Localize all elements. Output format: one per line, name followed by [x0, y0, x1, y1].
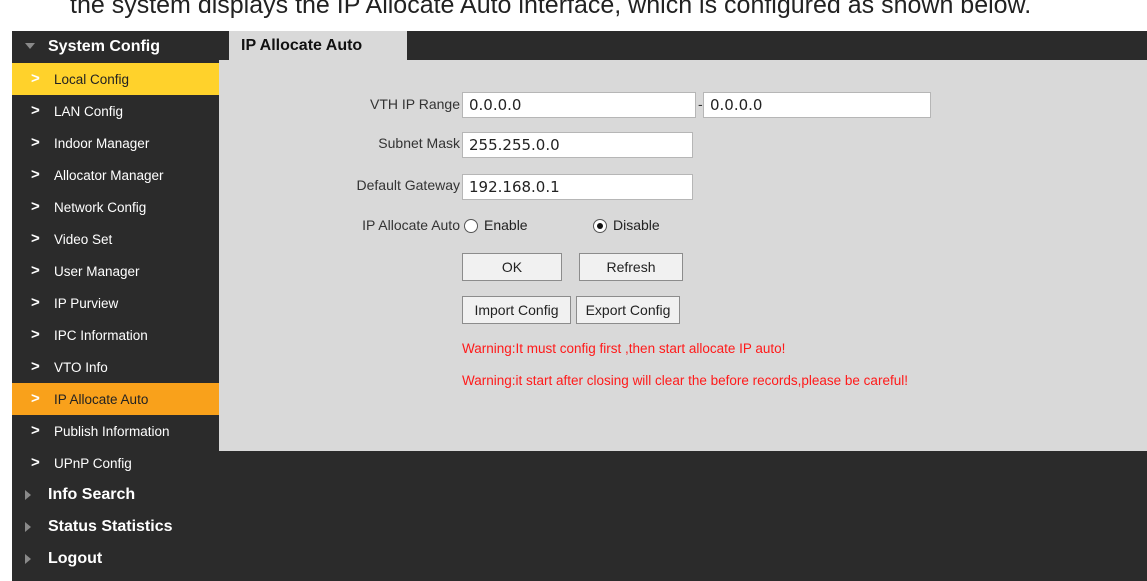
tab-bar: IP Allocate Auto [219, 31, 1147, 60]
sidebar-item-network-config[interactable]: > Network Config [12, 191, 219, 223]
sidebar-item-label: Publish Information [54, 424, 170, 439]
caption-text: the system displays the IP Allocate Auto… [70, 0, 1032, 19]
sidebar-item-upnp-config[interactable]: > UPnP Config [12, 447, 219, 479]
chevron-right-icon: > [31, 262, 40, 279]
sidebar-item-label: IP Allocate Auto [54, 392, 149, 407]
sidebar-item-label: User Manager [54, 264, 140, 279]
chevron-right-icon: > [31, 422, 40, 439]
section-label: Info Search [48, 486, 136, 503]
section-logout[interactable]: Logout [12, 543, 219, 575]
sidebar-item-local-config[interactable]: > Local Config [12, 63, 219, 95]
default-gateway-input[interactable] [462, 174, 693, 200]
chevron-right-icon: > [31, 358, 40, 375]
refresh-button[interactable]: Refresh [579, 253, 683, 281]
sidebar-item-label: Allocator Manager [54, 168, 164, 183]
chevron-right-icon: > [31, 390, 40, 407]
sidebar-item-label: LAN Config [54, 104, 124, 119]
sidebar-item-label: IPC Information [54, 328, 148, 343]
sidebar-item-label: Indoor Manager [54, 136, 150, 151]
section-system-config[interactable]: System Config [12, 31, 219, 63]
sidebar-item-indoor-manager[interactable]: > Indoor Manager [12, 127, 219, 159]
sidebar-item-label: VTO Info [54, 360, 108, 375]
sidebar-item-label: Network Config [54, 200, 147, 215]
app-window: System Config > Local Config > LAN Confi… [12, 31, 1147, 581]
chevron-right-icon: > [31, 230, 40, 247]
sidebar-item-user-manager[interactable]: > User Manager [12, 255, 219, 287]
vth-ip-range-label: VTH IP Range [369, 96, 460, 112]
sidebar-item-label: UPnP Config [54, 456, 132, 471]
sidebar-item-ip-allocate-auto[interactable]: > IP Allocate Auto [12, 383, 219, 415]
sidebar-item-video-set[interactable]: > Video Set [12, 223, 219, 255]
warning-text-2: Warning:it start after closing will clea… [462, 373, 908, 388]
section-label: Status Statistics [48, 518, 173, 535]
config-panel: VTH IP Range - Subnet Mask Default Gatew… [219, 60, 1147, 451]
chevron-right-icon: > [31, 134, 40, 151]
collapse-triangle-icon [25, 43, 35, 49]
section-status-statistics[interactable]: Status Statistics [12, 511, 219, 543]
chevron-right-icon: > [31, 166, 40, 183]
expand-triangle-icon [25, 490, 31, 500]
chevron-right-icon: > [31, 454, 40, 471]
expand-triangle-icon [25, 554, 31, 564]
section-label: Logout [48, 550, 103, 567]
range-separator: - [698, 96, 703, 112]
chevron-right-icon: > [31, 294, 40, 311]
section-info-search[interactable]: Info Search [12, 479, 219, 511]
chevron-right-icon: > [31, 70, 40, 87]
sidebar-item-vto-info[interactable]: > VTO Info [12, 351, 219, 383]
sidebar: System Config > Local Config > LAN Confi… [12, 31, 219, 581]
subnet-mask-input[interactable] [462, 132, 693, 158]
export-config-button[interactable]: Export Config [576, 296, 680, 324]
section-label: System Config [48, 38, 161, 55]
disable-radio[interactable] [593, 219, 607, 233]
default-gateway-label: Default Gateway [356, 177, 461, 193]
sidebar-item-label: Local Config [54, 72, 130, 87]
sidebar-item-label: Video Set [54, 232, 113, 247]
enable-radio-label: Enable [484, 217, 528, 233]
chevron-right-icon: > [31, 326, 40, 343]
disable-radio-label: Disable [613, 217, 660, 233]
enable-radio[interactable] [464, 219, 478, 233]
warning-text-1: Warning:It must config first ,then start… [462, 341, 786, 356]
chevron-right-icon: > [31, 198, 40, 215]
import-config-button[interactable]: Import Config [462, 296, 571, 324]
sidebar-item-label: IP Purview [54, 296, 119, 311]
chevron-right-icon: > [31, 102, 40, 119]
ok-button[interactable]: OK [462, 253, 562, 281]
radio-selected-dot [597, 223, 603, 229]
ip-allocate-auto-label: IP Allocate Auto [362, 217, 460, 233]
tab-ip-allocate-auto[interactable]: IP Allocate Auto [229, 31, 407, 60]
vth-ip-end-input[interactable] [703, 92, 931, 118]
sidebar-item-allocator-manager[interactable]: > Allocator Manager [12, 159, 219, 191]
sidebar-item-lan-config[interactable]: > LAN Config [12, 95, 219, 127]
sidebar-item-ip-purview[interactable]: > IP Purview [12, 287, 219, 319]
vth-ip-start-input[interactable] [462, 92, 696, 118]
sidebar-item-publish-information[interactable]: > Publish Information [12, 415, 219, 447]
expand-triangle-icon [25, 522, 31, 532]
sidebar-item-ipc-information[interactable]: > IPC Information [12, 319, 219, 351]
subnet-mask-label: Subnet Mask [378, 135, 460, 151]
